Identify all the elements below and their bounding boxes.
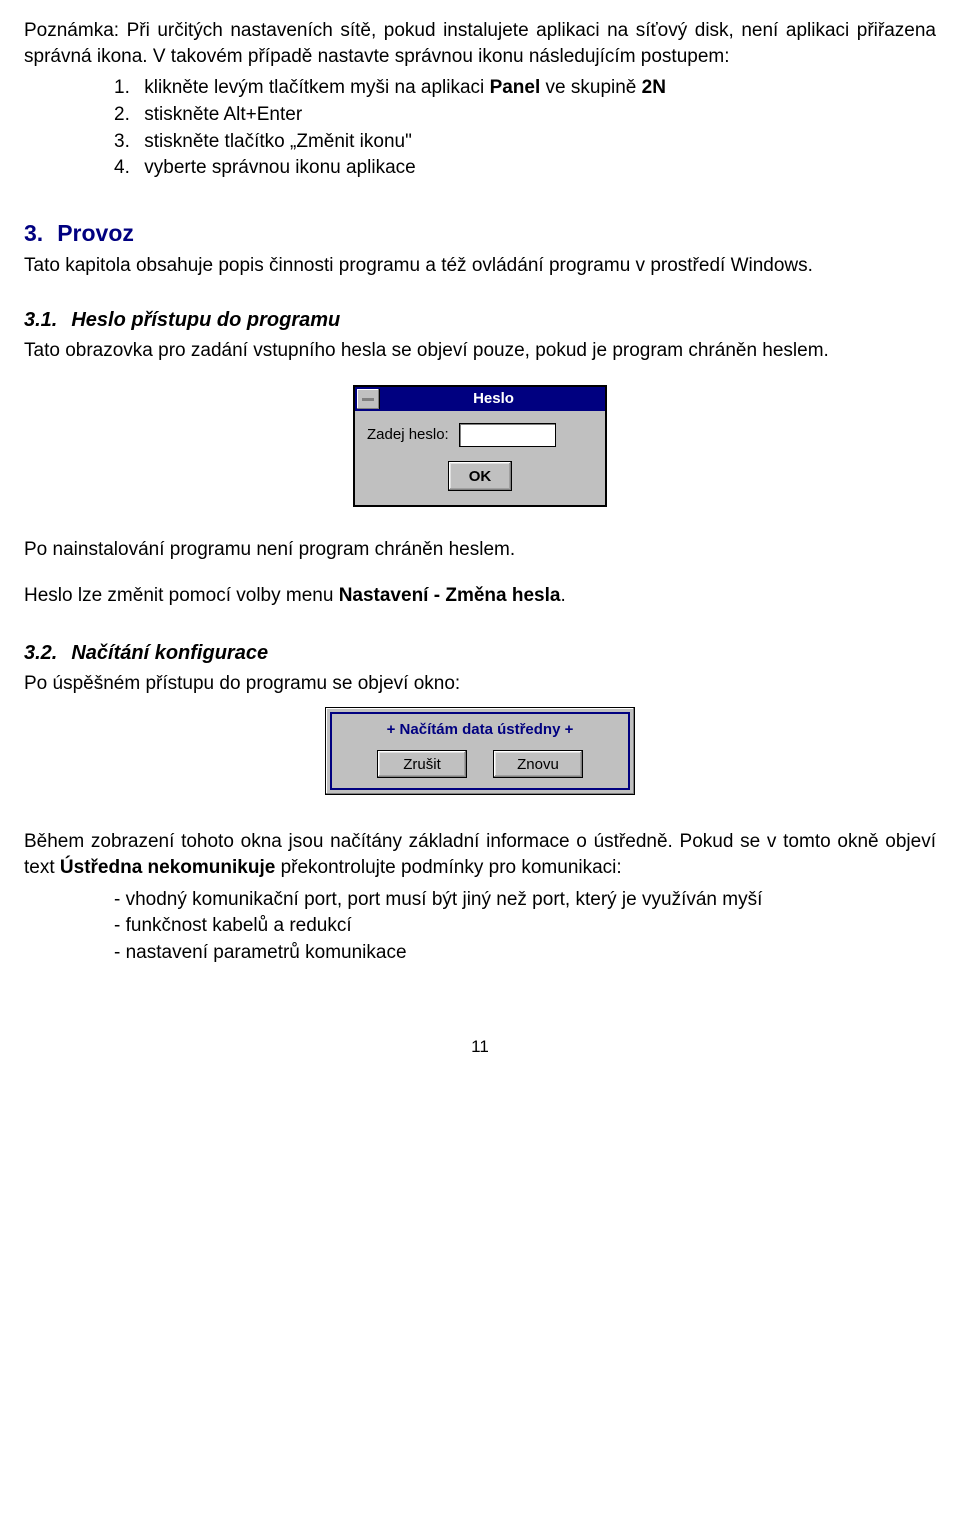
heading-3-1-num: 3.1.: [24, 307, 57, 334]
note-text-2: takovém případě nastavte správnou ikonu …: [166, 46, 730, 67]
loading-dialog: + Načítám data ústředny + Zrušit Znovu: [330, 712, 630, 790]
heading-3-num: 3.: [24, 218, 43, 249]
bullet-2: - funkčnost kabelů a redukcí: [114, 913, 936, 939]
note-paragraph: Poznámka: Při určitých nastaveních sítě,…: [24, 18, 936, 69]
heading-3-1-title: Heslo přístupu do programu: [71, 307, 340, 334]
step-1: 1. klikněte levým tlačítkem myši na apli…: [114, 75, 936, 101]
password-dialog-titlebar: Heslo: [355, 387, 605, 411]
ok-button[interactable]: OK: [448, 461, 513, 491]
page-number: 11: [24, 1036, 936, 1059]
cancel-button[interactable]: Zrušit: [377, 750, 467, 778]
heading-3: 3. Provoz: [24, 218, 936, 249]
again-button[interactable]: Znovu: [493, 750, 583, 778]
password-dialog: Heslo Zadej heslo: OK: [353, 385, 607, 507]
heading-3-1: 3.1. Heslo přístupu do programu: [24, 307, 936, 334]
control-menu-icon[interactable]: [357, 389, 380, 409]
after31-p1: Po nainstalování programu není program c…: [24, 537, 936, 563]
sec3-paragraph: Tato kapitola obsahuje popis činnosti pr…: [24, 253, 936, 279]
heading-3-2: 3.2. Načítání konfigurace: [24, 640, 936, 667]
step-2: 2. stiskněte Alt+Enter: [114, 102, 936, 128]
comm-checklist: - vhodný komunikační port, port musí být…: [24, 887, 936, 966]
bullet-3: - nastavení parametrů komunikace: [114, 940, 936, 966]
sec31-paragraph: Tato obrazovka pro zadání vstupního hesl…: [24, 338, 936, 364]
loading-dialog-title: + Načítám data ústředny +: [340, 720, 620, 740]
password-input[interactable]: [459, 423, 556, 447]
bullet-1: - vhodný komunikační port, port musí být…: [114, 887, 936, 913]
heading-3-2-title: Načítání konfigurace: [71, 640, 268, 667]
heading-3-2-num: 3.2.: [24, 640, 57, 667]
note-steps-list: 1. klikněte levým tlačítkem myši na apli…: [24, 75, 936, 181]
after32-paragraph: Během zobrazení tohoto okna jsou načítán…: [24, 829, 936, 880]
after31-p2: Heslo lze změnit pomocí volby menu Nasta…: [24, 583, 936, 609]
step-3: 3. stiskněte tlačítko „Změnit ikonu": [114, 129, 936, 155]
sec32-paragraph: Po úspěšném přístupu do programu se obje…: [24, 671, 936, 697]
password-dialog-title: Heslo: [382, 387, 605, 411]
loading-dialog-frame: + Načítám data ústředny + Zrušit Znovu: [325, 707, 635, 795]
step-4: 4. vyberte správnou ikonu aplikace: [114, 155, 936, 181]
heading-3-title: Provoz: [57, 218, 134, 249]
password-label: Zadej heslo:: [367, 425, 449, 445]
